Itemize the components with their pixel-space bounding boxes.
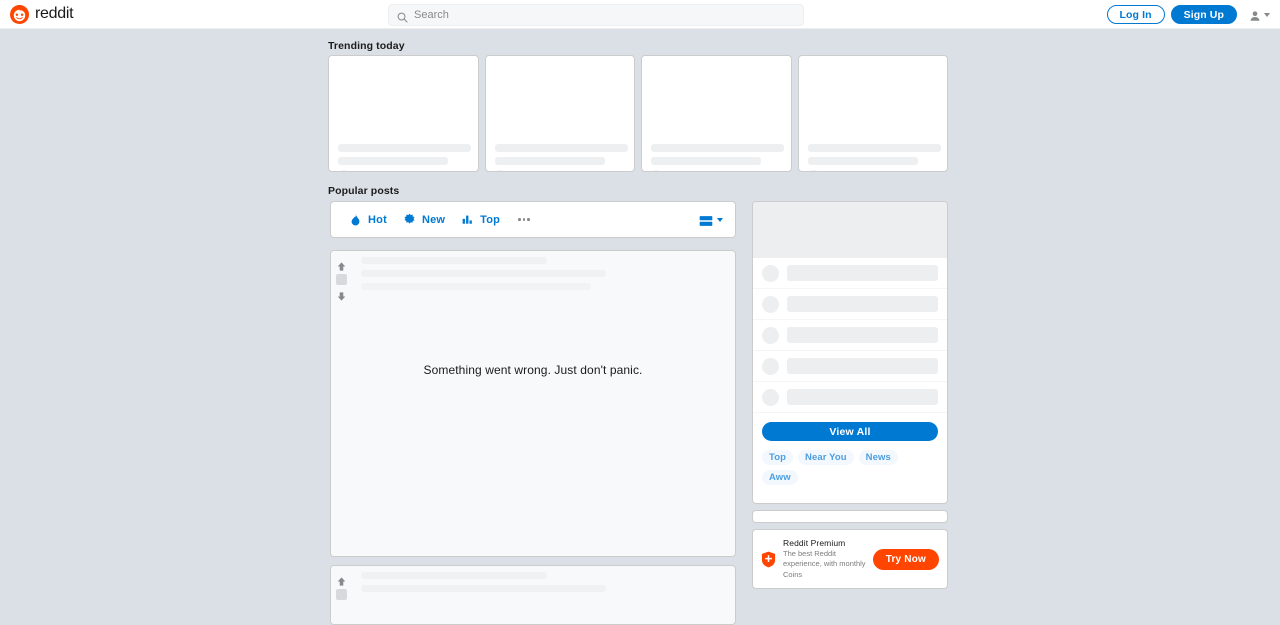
vote-score-placeholder bbox=[336, 589, 347, 600]
trending-card[interactable] bbox=[485, 55, 636, 172]
list-item[interactable] bbox=[753, 289, 947, 320]
starburst-icon bbox=[403, 213, 416, 226]
skeleton-banner bbox=[753, 202, 947, 258]
popular-communities-card: View All Top Near You News Aww bbox=[752, 201, 948, 504]
reddit-snoo-icon bbox=[10, 5, 29, 24]
try-now-button[interactable]: Try Now bbox=[873, 549, 939, 570]
trending-card[interactable] bbox=[328, 55, 479, 172]
flame-icon bbox=[349, 213, 362, 226]
skeleton-line bbox=[361, 283, 591, 290]
skeleton-line bbox=[361, 572, 547, 579]
reddit-wordmark: reddit bbox=[35, 5, 73, 23]
vote-rail bbox=[331, 566, 351, 624]
header-actions: Log In Sign Up bbox=[1107, 0, 1272, 29]
pill-news[interactable]: News bbox=[859, 450, 898, 465]
skeleton-line bbox=[495, 144, 628, 152]
skeleton-line bbox=[651, 157, 761, 165]
bar-chart-icon bbox=[461, 213, 474, 226]
reddit-home-logo[interactable]: reddit bbox=[10, 5, 73, 24]
view-all-button[interactable]: View All bbox=[762, 422, 938, 441]
premium-text-block: Reddit Premium The best Reddit experienc… bbox=[783, 538, 866, 579]
error-message: Something went wrong. Just don't panic. bbox=[331, 363, 735, 377]
premium-title: Reddit Premium bbox=[783, 538, 866, 548]
skeleton-avatar bbox=[808, 170, 819, 172]
chevron-down-icon bbox=[717, 218, 723, 222]
list-item[interactable] bbox=[753, 351, 947, 382]
reddit-premium-shield-icon bbox=[761, 551, 776, 568]
pill-top[interactable]: Top bbox=[762, 450, 793, 465]
sort-tab-top-label: Top bbox=[480, 214, 500, 226]
list-item[interactable] bbox=[753, 382, 947, 413]
skeleton-line bbox=[495, 157, 605, 165]
ellipsis-icon[interactable] bbox=[510, 212, 538, 227]
sidebar-card-stub bbox=[752, 510, 948, 523]
pill-aww[interactable]: Aww bbox=[762, 470, 798, 485]
top-navigation-bar: reddit Log In Sign Up bbox=[0, 0, 1280, 29]
search-input[interactable] bbox=[414, 9, 795, 21]
search-icon bbox=[397, 10, 408, 21]
user-avatar-icon bbox=[1249, 9, 1261, 21]
upvote-arrow-icon[interactable] bbox=[336, 574, 347, 585]
sort-tab-new-label: New bbox=[422, 214, 445, 226]
skeleton-avatar bbox=[762, 358, 779, 375]
sort-tab-new[interactable]: New bbox=[395, 209, 453, 230]
vote-score-placeholder bbox=[336, 274, 347, 285]
skeleton-line bbox=[787, 389, 938, 405]
skeleton-line bbox=[651, 144, 784, 152]
skeleton-line bbox=[787, 296, 938, 312]
skeleton-line bbox=[361, 257, 547, 264]
search-bar[interactable] bbox=[388, 4, 804, 26]
sort-tab-hot-label: Hot bbox=[368, 214, 387, 226]
skeleton-avatar bbox=[762, 389, 779, 406]
sort-tab-hot[interactable]: Hot bbox=[341, 209, 395, 230]
feed-post-card bbox=[330, 565, 736, 625]
feed-post-card: Something went wrong. Just don't panic. bbox=[330, 250, 736, 557]
trending-section-label: Trending today bbox=[328, 40, 405, 52]
reddit-premium-card: Reddit Premium The best Reddit experienc… bbox=[752, 529, 948, 589]
trending-cards-row bbox=[328, 55, 948, 172]
user-account-menu[interactable] bbox=[1247, 7, 1272, 23]
log-in-button[interactable]: Log In bbox=[1107, 5, 1165, 24]
skeleton-line bbox=[361, 270, 606, 277]
skeleton-line bbox=[787, 327, 938, 343]
skeleton-line bbox=[808, 144, 941, 152]
skeleton-avatar bbox=[762, 327, 779, 344]
skeleton-line bbox=[787, 358, 938, 374]
view-mode-dropdown[interactable] bbox=[697, 210, 725, 230]
popular-posts-label: Popular posts bbox=[328, 185, 399, 197]
category-pill-row: Top Near You News Aww bbox=[753, 441, 947, 485]
skeleton-avatar bbox=[651, 170, 662, 172]
skeleton-avatar bbox=[762, 296, 779, 313]
skeleton-avatar bbox=[762, 265, 779, 282]
pill-near-you[interactable]: Near You bbox=[798, 450, 854, 465]
skeleton-line bbox=[338, 157, 448, 165]
skeleton-line bbox=[808, 157, 918, 165]
vote-rail bbox=[331, 251, 351, 556]
list-item[interactable] bbox=[753, 320, 947, 351]
post-sort-bar: Hot New Top bbox=[330, 201, 736, 238]
skeleton-line bbox=[787, 265, 938, 281]
list-item[interactable] bbox=[753, 258, 947, 289]
trending-card[interactable] bbox=[798, 55, 949, 172]
sort-tab-top[interactable]: Top bbox=[453, 209, 508, 230]
chevron-down-icon bbox=[1264, 13, 1270, 17]
premium-description: The best Reddit experience, with monthly… bbox=[783, 549, 866, 579]
skeleton-line bbox=[338, 144, 471, 152]
trending-card[interactable] bbox=[641, 55, 792, 172]
skeleton-line bbox=[361, 585, 606, 592]
upvote-arrow-icon[interactable] bbox=[336, 259, 347, 270]
skeleton-avatar bbox=[495, 170, 506, 172]
skeleton-avatar bbox=[338, 170, 349, 172]
card-view-icon bbox=[699, 214, 713, 226]
page-content: Trending today Popular posts bbox=[0, 29, 1280, 566]
sign-up-button[interactable]: Sign Up bbox=[1171, 5, 1237, 24]
downvote-arrow-icon[interactable] bbox=[336, 289, 347, 300]
